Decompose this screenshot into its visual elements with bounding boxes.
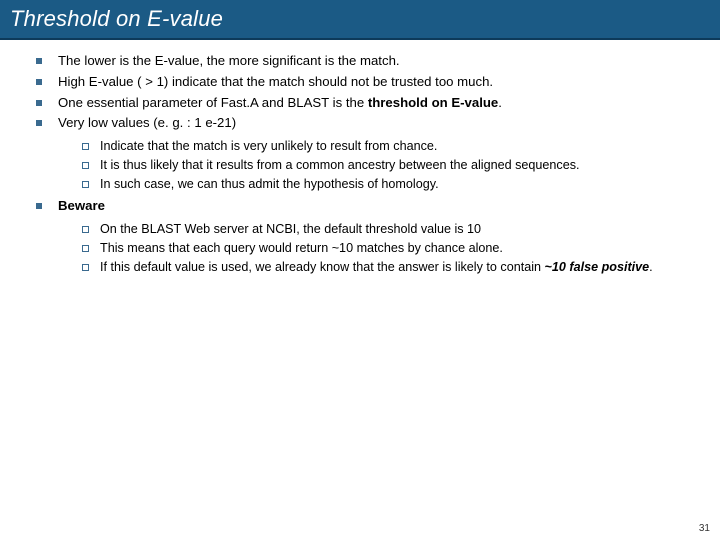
- list-item: It is thus likely that it results from a…: [58, 157, 712, 174]
- bold-text: Beware: [58, 198, 105, 213]
- slide-title: Threshold on E-value: [10, 6, 710, 32]
- title-bar: Threshold on E-value: [0, 0, 720, 40]
- page-number: 31: [699, 523, 710, 534]
- text-span: .: [498, 95, 502, 110]
- text-span: If this default value is used, we alread…: [100, 260, 545, 274]
- list-item: If this default value is used, we alread…: [58, 259, 712, 276]
- text-span: Very low values (e. g. : 1 e-21): [58, 115, 236, 130]
- list-item: Very low values (e. g. : 1 e-21) Indicat…: [12, 114, 712, 193]
- list-item: Indicate that the match is very unlikely…: [58, 138, 712, 155]
- sub-bullet-list: Indicate that the match is very unlikely…: [58, 138, 712, 193]
- list-item: This means that each query would return …: [58, 240, 712, 257]
- list-item: Beware On the BLAST Web server at NCBI, …: [12, 197, 712, 276]
- text-span: One essential parameter of Fast.A and BL…: [58, 95, 368, 110]
- bold-text: threshold on E-value: [368, 95, 498, 110]
- list-item: In such case, we can thus admit the hypo…: [58, 176, 712, 193]
- list-item: The lower is the E-value, the more signi…: [12, 52, 712, 70]
- list-item: One essential parameter of Fast.A and BL…: [12, 94, 712, 112]
- slide-content: The lower is the E-value, the more signi…: [0, 40, 720, 276]
- emphasis-text: ~10 false positive: [545, 260, 650, 274]
- list-item: High E-value ( > 1) indicate that the ma…: [12, 73, 712, 91]
- bullet-list: The lower is the E-value, the more signi…: [12, 52, 712, 276]
- sub-bullet-list: On the BLAST Web server at NCBI, the def…: [58, 221, 712, 276]
- text-span: .: [649, 260, 653, 274]
- list-item: On the BLAST Web server at NCBI, the def…: [58, 221, 712, 238]
